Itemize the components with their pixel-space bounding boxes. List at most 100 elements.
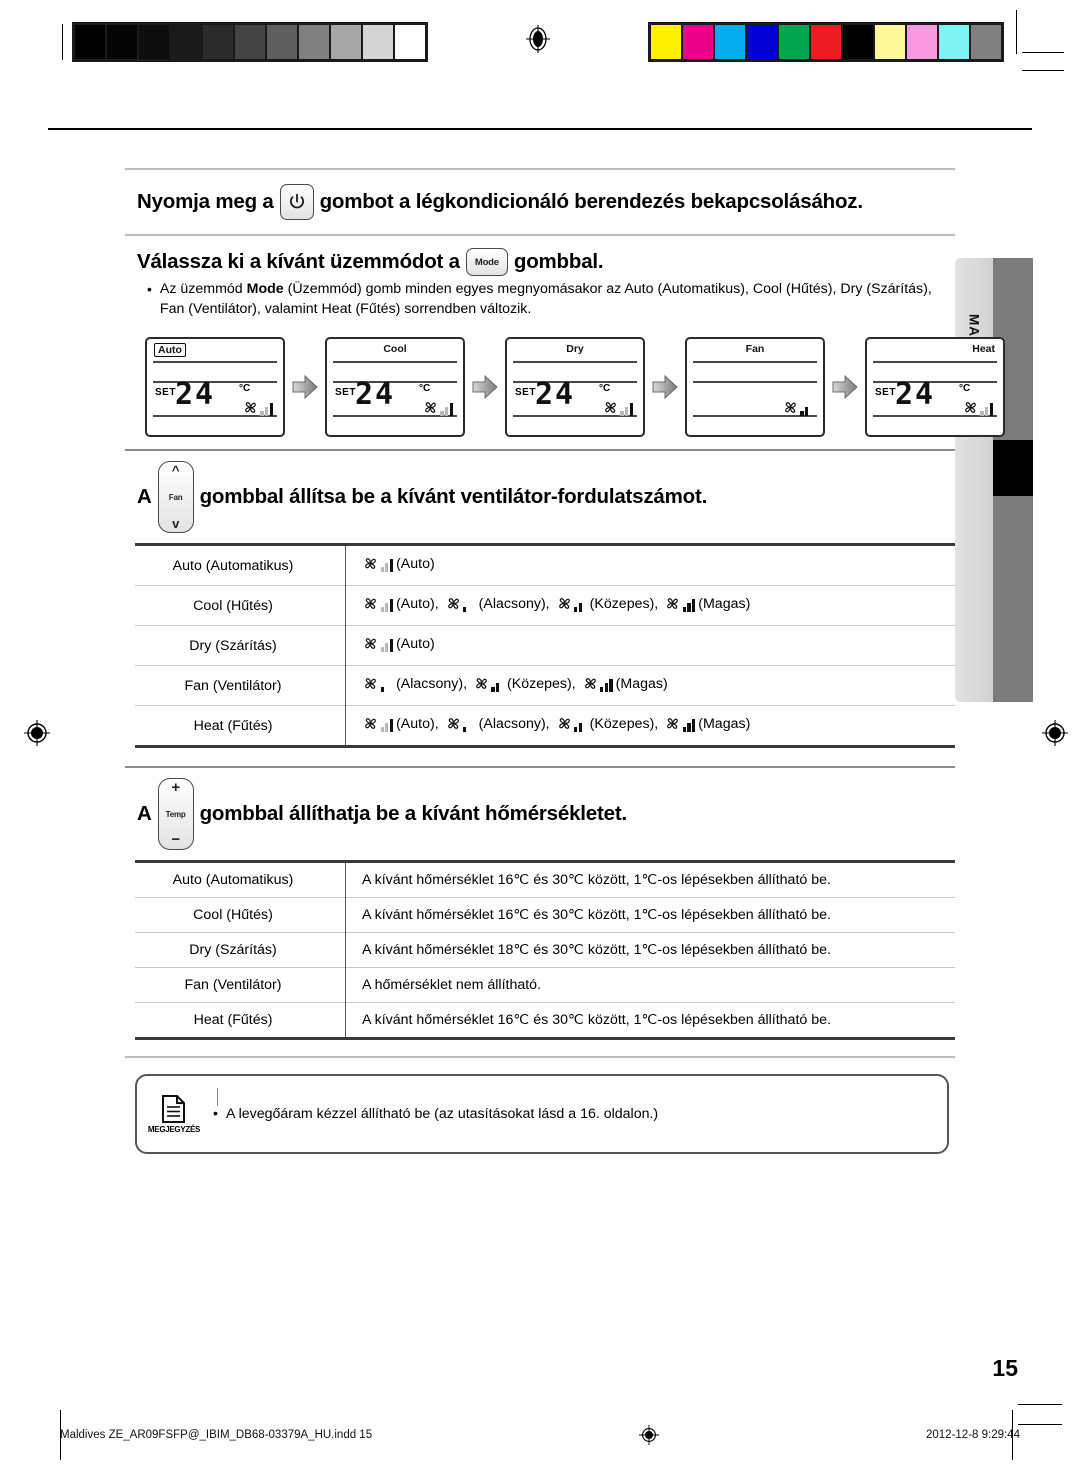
lcd-set-label: SET (875, 387, 896, 399)
fan-speed-icon (445, 595, 476, 613)
step-fan-text-after: gombbal állítsa be a kívánt ventilátor-f… (199, 485, 708, 509)
rule-above-note (125, 1056, 955, 1059)
step-mode-text-after: gombbal. (513, 250, 604, 273)
table-cell-description: A hőmérséklet nem állítható. (345, 967, 955, 1003)
mode-bullet-part1: Az üzemmód (159, 281, 247, 297)
language-tab: MAGYAR (955, 258, 993, 702)
fan-blade-icon (365, 718, 376, 730)
fan-button[interactable]: ^ Fan v (157, 461, 194, 534)
fan-speed-entry: (Alacsony), (362, 675, 467, 693)
table-cell-speeds: (Auto), (Alacsony), (Közepes), (Magas) (345, 705, 955, 746)
fan-speed-icon (664, 595, 696, 613)
fan-blade-icon (476, 678, 487, 690)
fan-level-bars (682, 719, 696, 733)
fan-speed-entry: (Magas) (664, 715, 751, 733)
lcd-rule (693, 381, 817, 383)
footer-crop-h2 (1018, 1424, 1062, 1426)
lcd-fan-indicator (602, 399, 633, 417)
table-cell-mode: Auto (Automatikus) (135, 546, 346, 586)
fan-blade-icon (447, 718, 459, 730)
fan-speed-table: Auto (Automatikus) (Auto) Cool (Hűtés) (Au… (135, 546, 955, 746)
step-power: Nyomja meg a gombot a légkondicionáló be… (125, 170, 955, 234)
page-top-rule (48, 128, 1032, 130)
fan-speed-label: (Auto), (396, 715, 439, 732)
note-document-icon (162, 1095, 185, 1124)
table-row: Fan (Ventilátor) A hőmérséklet nem állíth… (135, 967, 955, 1003)
lcd-panel: Cool SET 24 °C (325, 337, 465, 438)
note-box: MEGJEGYZÉS • A levegőáram kézzel állítha… (135, 1074, 949, 1155)
fan-speed-icon (602, 399, 633, 417)
step-temp-text-after: gombbal állíthatja be a kívánt hőmérsékl… (199, 802, 628, 826)
fan-speed-entry: (Alacsony), (445, 715, 550, 733)
step-mode: Válassza ki a kívánt üzemmódot a Mode go… (125, 236, 955, 278)
table-cell-mode: Heat (Fűtés) (135, 1002, 346, 1038)
table-row: Auto (Automatikus) A kívánt hőmérséklet 1… (135, 863, 955, 898)
table-row: Auto (Automatikus) (Auto) (135, 546, 955, 586)
lcd-panel: Dry SET 24 °C (505, 337, 645, 438)
fan-speed-entry: (Auto), (362, 715, 439, 733)
fan-level-bars (380, 719, 394, 733)
power-button[interactable] (279, 184, 314, 220)
lcd-temperature: 24 (535, 377, 576, 413)
lcd-mode-label: Heat (972, 343, 995, 356)
fan-speed-entry: (Auto) (362, 635, 435, 653)
table-cell-mode: Auto (Automatikus) (135, 863, 346, 898)
mode-button-label: Mode (474, 256, 499, 268)
sequence-arrow-icon (471, 374, 499, 400)
table-cell-mode: Cool (Hűtés) (135, 585, 346, 626)
table-row: Cool (Hűtés) A kívánt hőmérséklet 16℃ és … (135, 897, 955, 933)
fan-level-bars (491, 679, 504, 693)
fan-level-bars (800, 403, 813, 417)
fan-blade-icon (425, 402, 436, 414)
temp-button[interactable]: + Temp − (157, 778, 194, 851)
table-row: Heat (Fűtés) A kívánt hőmérséklet 16℃ és … (135, 1002, 955, 1038)
fan-blade-icon (365, 558, 376, 570)
fan-speed-entry: (Magas) (664, 595, 751, 613)
lcd-temperature-unit: °C (599, 383, 611, 395)
fan-button-label: Fan (168, 492, 183, 502)
table-cell-mode: Cool (Hűtés) (135, 897, 346, 933)
fan-level-bars (980, 403, 993, 417)
sequence-arrow-icon (831, 374, 859, 400)
fan-blade-icon (365, 638, 376, 650)
fan-speed-entry: (Alacsony), (445, 595, 550, 613)
fan-level-bars (380, 559, 394, 573)
table-cell-mode: Heat (Fűtés) (135, 705, 346, 746)
lcd-rule (693, 361, 817, 363)
fan-speed-label: (Magas) (698, 595, 751, 612)
fan-speed-icon (582, 675, 613, 693)
fan-speed-label: (Alacsony), (478, 595, 550, 612)
table-cell-mode: Dry (Szárítás) (135, 625, 346, 666)
fan-speed-table-wrap: Auto (Automatikus) (Auto) Cool (Hűtés) (Au… (135, 543, 955, 749)
lcd-rule (153, 361, 277, 363)
lcd-fan-indicator (782, 399, 813, 417)
fan-blade-icon (965, 402, 976, 414)
fan-blade-icon (245, 402, 256, 414)
lcd-fan-indicator (242, 399, 273, 417)
fan-level-bars (380, 639, 394, 653)
lcd-mode-label: Auto (154, 343, 186, 358)
fan-speed-label: (Közepes), (589, 715, 659, 732)
fan-level-bars (463, 719, 476, 733)
fan-blade-icon (558, 598, 570, 610)
lcd-set-label: SET (515, 387, 536, 399)
fan-blade-icon (447, 598, 459, 610)
fan-speed-label: (Magas) (698, 715, 751, 732)
temp-button-label: Temp (165, 809, 186, 819)
lcd-temperature-unit: °C (959, 383, 971, 395)
table-cell-description: A kívánt hőmérséklet 16℃ és 30℃ között, … (345, 1002, 955, 1038)
fan-speed-icon (242, 399, 273, 417)
footer-filename: Maldives ZE_AR09FSFP@_IBIM_DB68-03379A_H… (60, 1429, 373, 1441)
side-black-block (993, 440, 1033, 496)
mode-button[interactable]: Mode (465, 248, 508, 276)
fan-level-bars (574, 719, 587, 733)
lcd-fan-indicator (962, 399, 993, 417)
table-cell-mode: Fan (Ventilátor) (135, 665, 346, 706)
page-number: 15 (992, 1355, 1018, 1381)
fan-level-bars (440, 403, 453, 417)
fan-level-bars (380, 679, 394, 693)
step-fan-text-before: A (137, 485, 152, 509)
note-content: • A levegőáram kézzel állítható be (az u… (211, 1106, 658, 1122)
fan-speed-icon (664, 715, 696, 733)
lcd-mode-label: Fan (745, 343, 765, 356)
